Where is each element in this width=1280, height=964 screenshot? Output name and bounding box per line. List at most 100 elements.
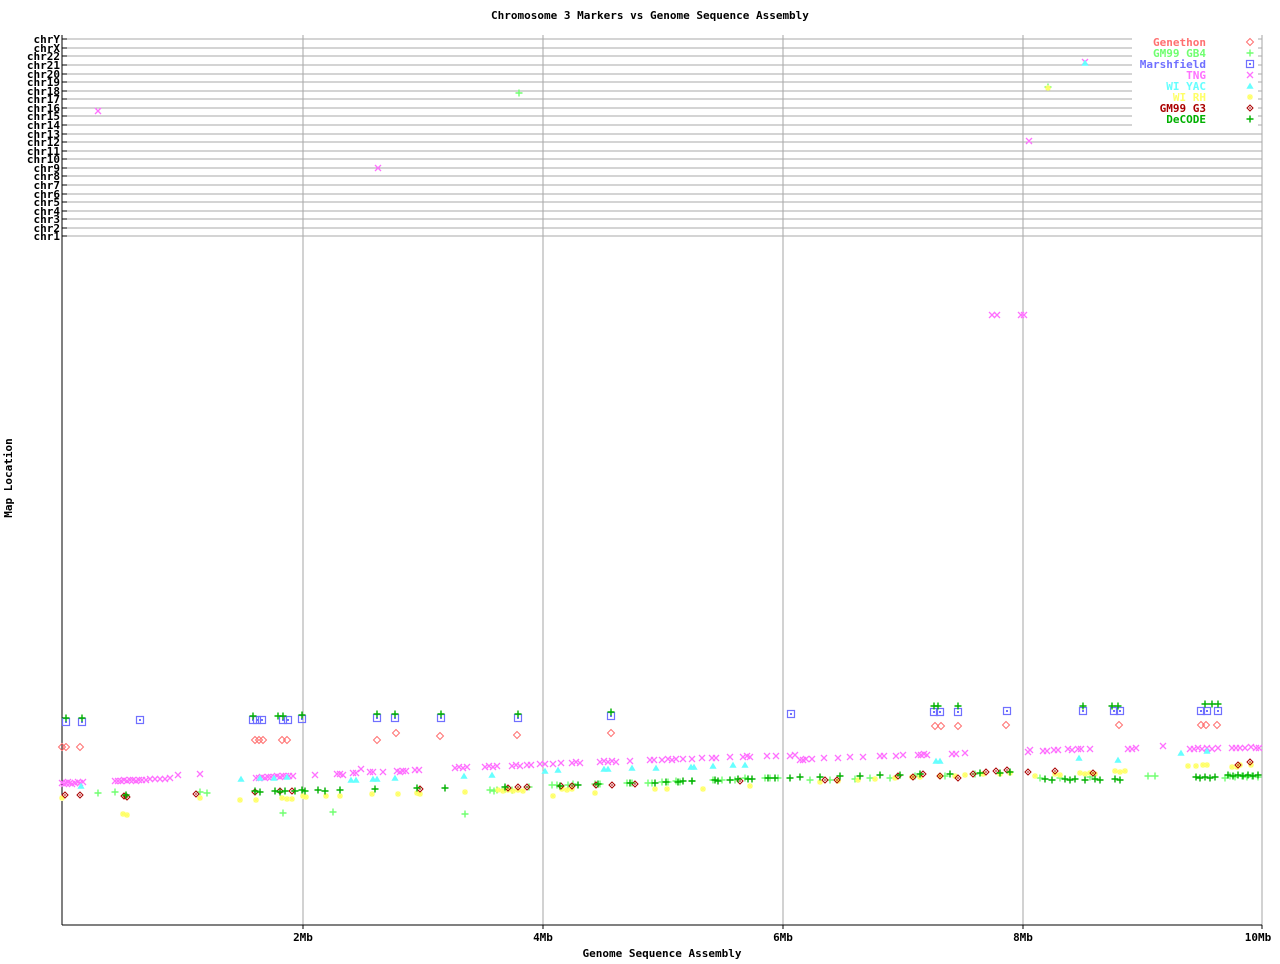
point-decode xyxy=(1048,776,1056,784)
point-tng xyxy=(698,754,706,762)
point-genethon xyxy=(1114,720,1124,730)
point-wiyac xyxy=(488,771,496,778)
point-tng xyxy=(626,757,634,765)
point-wirh xyxy=(564,787,570,793)
point-g3-dot xyxy=(634,783,636,785)
point-tng xyxy=(961,749,969,757)
point-tng xyxy=(726,753,734,761)
point-decode xyxy=(413,784,421,792)
x-tick-label-2Mb: 2Mb xyxy=(293,931,313,944)
point-decode xyxy=(62,714,70,722)
point-decode xyxy=(251,787,259,795)
point-g3-dot xyxy=(1237,764,1239,766)
point-decode xyxy=(1249,772,1257,780)
point-marshfield-dot xyxy=(1200,710,1202,712)
point-marshfield-dot xyxy=(939,711,941,713)
point-wirh xyxy=(323,793,329,799)
point-decode xyxy=(391,710,399,718)
point-wirh xyxy=(1045,85,1051,91)
point-decode xyxy=(514,710,522,718)
point-wirh xyxy=(1248,762,1254,768)
point-decode xyxy=(786,774,794,782)
point-tng xyxy=(820,754,828,762)
point-decode xyxy=(256,788,264,796)
point-decode xyxy=(1196,774,1204,782)
legend-marker-g3-dot xyxy=(1249,107,1251,109)
point-marshfield-dot xyxy=(1113,710,1115,712)
point-tng xyxy=(880,752,888,760)
point-decode xyxy=(1061,775,1069,783)
legend: GenethonGM99 GB4MarshfieldTNGWI YACWI RH… xyxy=(1132,36,1258,126)
point-genethon xyxy=(606,728,616,738)
chart-title: Chromosome 3 Markers vs Genome Sequence … xyxy=(491,9,809,22)
legend-label-decode: DeCODE xyxy=(1166,113,1206,126)
point-g3-dot xyxy=(939,775,941,777)
point-genethon xyxy=(1212,720,1222,730)
point-tng xyxy=(679,755,687,763)
point-marshfield-dot xyxy=(139,719,141,721)
point-gb4 xyxy=(866,774,874,782)
point-wiyac xyxy=(729,761,737,768)
point-g3-dot xyxy=(1006,769,1008,771)
point-decode xyxy=(122,791,130,799)
point-gb4 xyxy=(486,786,494,794)
point-g3-dot xyxy=(985,771,987,773)
point-wirh xyxy=(1082,771,1088,777)
point-decode xyxy=(1111,775,1119,783)
point-tng xyxy=(1054,746,1062,754)
point-gb4 xyxy=(329,808,337,816)
point-decode xyxy=(281,787,289,795)
point-gb4 xyxy=(718,776,726,784)
x-tick-label-4Mb: 4Mb xyxy=(533,931,553,944)
point-g3-dot xyxy=(1027,771,1029,773)
point-tng xyxy=(899,751,907,759)
point-g3-dot xyxy=(972,773,974,775)
point-marshfield-dot xyxy=(261,719,263,721)
point-tng xyxy=(1025,137,1033,145)
point-decode xyxy=(321,787,329,795)
y-axis-label: Map Location xyxy=(2,438,15,517)
point-tng xyxy=(892,752,900,760)
point-decode xyxy=(607,708,615,716)
point-tng xyxy=(808,755,816,763)
point-wiyac xyxy=(77,782,85,789)
point-tng xyxy=(859,753,867,761)
point-wirh xyxy=(1204,762,1210,768)
point-genethon xyxy=(391,728,401,738)
point-g3-dot xyxy=(517,786,519,788)
data-points xyxy=(57,58,1263,818)
point-gb4 xyxy=(806,776,814,784)
point-marshfield-dot xyxy=(256,719,258,721)
point-decode xyxy=(1201,773,1209,781)
series-wiyac xyxy=(77,59,1211,789)
point-wirh xyxy=(962,772,968,778)
point-decode xyxy=(876,771,884,779)
point-decode xyxy=(574,781,582,789)
point-wiyac xyxy=(1075,754,1083,761)
point-decode xyxy=(1206,774,1214,782)
point-gb4 xyxy=(111,788,119,796)
point-genethon xyxy=(435,731,445,741)
point-tng xyxy=(94,107,102,115)
point-decode xyxy=(1114,702,1122,710)
point-tng xyxy=(658,756,666,764)
point-wirh xyxy=(700,786,706,792)
point-marshfield-dot xyxy=(790,713,792,715)
point-wirh xyxy=(495,787,501,793)
point-wirh xyxy=(520,788,526,794)
point-decode xyxy=(1116,776,1124,784)
point-decode xyxy=(996,769,1004,777)
chromosome-lines: chrYchrXchr22chr21chr20chr19chr18chr17ch… xyxy=(27,33,1262,243)
legend-marker-marshfield-dot xyxy=(1249,63,1251,65)
x-tick-label-8Mb: 8Mb xyxy=(1013,931,1033,944)
point-decode xyxy=(249,712,257,720)
point-wirh xyxy=(289,796,295,802)
point-g3-dot xyxy=(912,776,914,778)
axes: 2Mb 4Mb 6Mb 8Mb 10Mb xyxy=(61,35,1272,944)
point-wiyac xyxy=(1114,756,1122,763)
point-wirh xyxy=(197,795,203,801)
point-tng xyxy=(1241,744,1249,752)
point-tng xyxy=(357,765,365,773)
point-decode xyxy=(1041,775,1049,783)
point-g3-dot xyxy=(195,793,197,795)
